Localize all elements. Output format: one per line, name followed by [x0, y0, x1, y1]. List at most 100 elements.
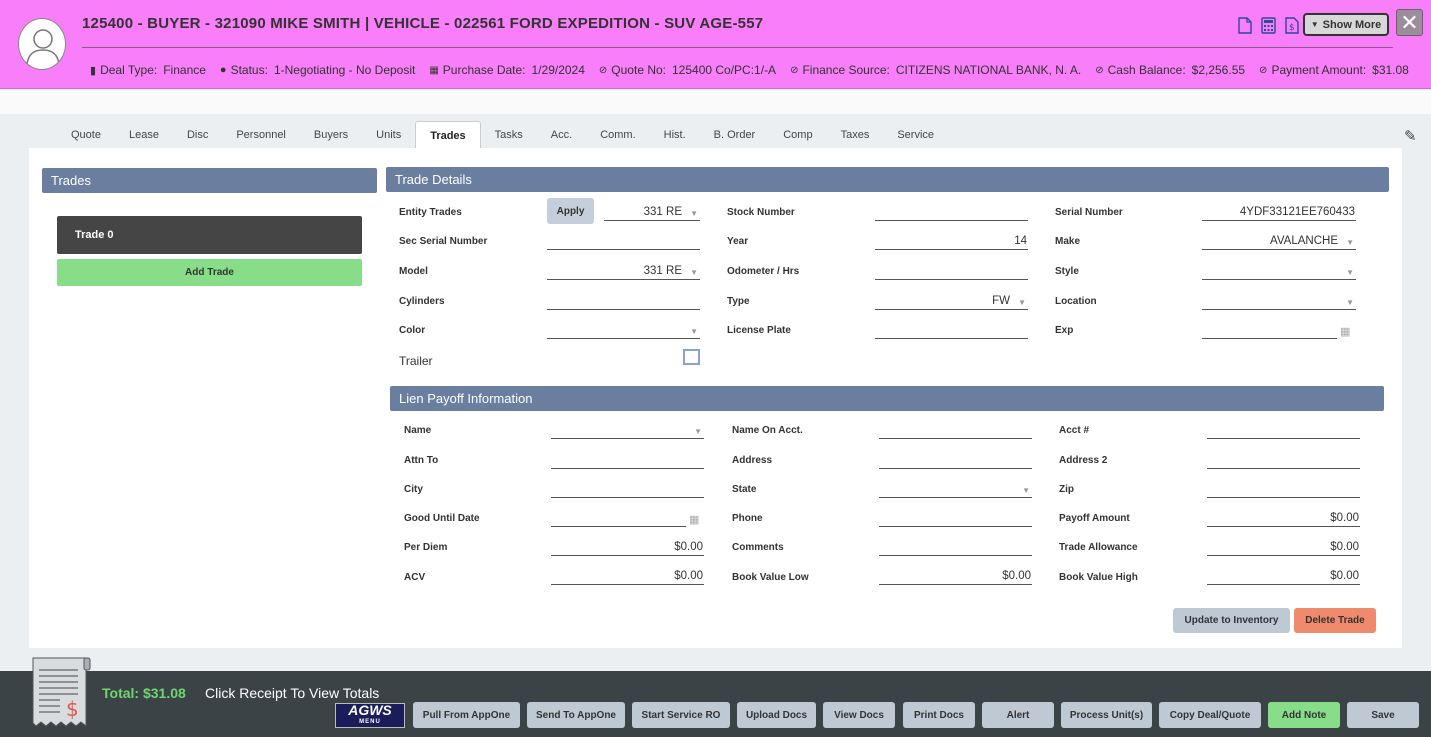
save-button[interactable]: Save [1347, 702, 1419, 728]
comments-input[interactable] [879, 539, 1032, 556]
acct-number-input[interactable] [1207, 422, 1360, 439]
payment-amount-item: ⊘ Payment Amount: $31.08 [1259, 63, 1409, 77]
show-more-button[interactable]: ▼ Show More [1303, 13, 1389, 36]
finance-source-item: ⊘ Finance Source: CITIZENS NATIONAL BANK,… [790, 63, 1082, 77]
receipt-icon[interactable]: $ [30, 656, 92, 730]
calendar-icon[interactable]: ▦ [689, 513, 699, 526]
lien-payoff-header: Lien Payoff Information [390, 386, 1384, 411]
make-select[interactable]: AVALANCHE ▼ [1202, 233, 1356, 250]
view-docs-button[interactable]: View Docs [823, 702, 895, 728]
document-icon[interactable] [1235, 14, 1255, 36]
stock-number-input[interactable] [875, 204, 1028, 221]
header-spacer [0, 90, 1431, 114]
chevron-down-icon: ▼ [1346, 238, 1354, 247]
tab-comm[interactable]: Comm. [586, 121, 649, 149]
location-select[interactable]: ▼ [1202, 293, 1356, 310]
start-service-ro-button[interactable]: Start Service RO [632, 702, 730, 728]
tab-border[interactable]: B. Order [700, 121, 770, 149]
tab-hist[interactable]: Hist. [650, 121, 700, 149]
type-select[interactable]: FW ▼ [875, 293, 1028, 310]
send-to-appone-button[interactable]: Send To AppOne [527, 702, 625, 728]
tab-bar: Quote Lease Disc Personnel Buyers Units … [57, 121, 948, 149]
payoff-amount-input[interactable]: $0.00 [1207, 510, 1360, 527]
header-divider [82, 47, 1393, 48]
upload-docs-button[interactable]: Upload Docs [737, 702, 816, 728]
chevron-down-icon: ▼ [694, 427, 702, 436]
delete-trade-button[interactable]: Delete Trade [1294, 608, 1376, 633]
style-select[interactable]: ▼ [1202, 263, 1356, 280]
tab-quote[interactable]: Quote [57, 121, 115, 149]
entity-trades-label: Entity Trades [399, 207, 462, 218]
pull-from-appone-button[interactable]: Pull From AppOne [413, 702, 520, 728]
zip-input[interactable] [1207, 481, 1360, 498]
trade-allowance-label: Trade Allowance [1059, 542, 1138, 553]
cylinders-input[interactable] [547, 293, 700, 310]
entity-trades-select[interactable]: 331 RE ▼ [604, 204, 700, 221]
address2-input[interactable] [1207, 452, 1360, 469]
process-units-button[interactable]: Process Unit(s) [1061, 702, 1152, 728]
tab-service[interactable]: Service [883, 121, 948, 149]
tab-lease[interactable]: Lease [115, 121, 173, 149]
agws-menu-button[interactable]: AGWS MENU [335, 703, 405, 728]
add-trade-button[interactable]: Add Trade [57, 259, 362, 286]
zip-label: Zip [1059, 484, 1074, 495]
license-plate-input[interactable] [875, 322, 1028, 339]
copy-deal-quote-button[interactable]: Copy Deal/Quote [1159, 702, 1261, 728]
year-input[interactable]: 14 [875, 233, 1028, 250]
alert-button[interactable]: Alert [982, 702, 1054, 728]
check-circle-icon: ⊘ [790, 64, 799, 76]
tab-personnel[interactable]: Personnel [222, 121, 300, 149]
odometer-input[interactable] [875, 263, 1028, 280]
sec-serial-input[interactable] [547, 233, 700, 250]
tab-acc[interactable]: Acc. [537, 121, 586, 149]
tab-trades[interactable]: Trades [415, 121, 481, 149]
city-input[interactable] [551, 481, 704, 498]
address-input[interactable] [879, 452, 1032, 469]
model-select[interactable]: 331 RE ▼ [547, 263, 700, 280]
calendar-icon[interactable]: ▦ [1340, 325, 1350, 338]
good-until-input[interactable] [551, 510, 686, 527]
dollar-document-icon[interactable]: $ [1282, 14, 1302, 36]
name-on-acct-input[interactable] [879, 422, 1032, 439]
chevron-down-icon: ▼ [1022, 486, 1030, 495]
quote-no-item: ⊘ Quote No: 125400 Co/PC:1/-A [598, 63, 777, 77]
exp-date-input[interactable] [1202, 322, 1337, 339]
city-label: City [404, 484, 423, 495]
print-docs-button[interactable]: Print Docs [903, 702, 975, 728]
model-label: Model [399, 266, 428, 277]
tab-comp[interactable]: Comp [769, 121, 826, 149]
tab-units[interactable]: Units [362, 121, 415, 149]
state-select[interactable]: ▼ [879, 481, 1032, 498]
phone-input[interactable] [879, 510, 1032, 527]
tab-tasks[interactable]: Tasks [481, 121, 537, 149]
color-select[interactable]: ▼ [547, 322, 700, 339]
document-copy-icon: ▮ [90, 64, 97, 77]
serial-number-input[interactable]: 4YDF33121EE760433 [1202, 204, 1356, 221]
calendar-icon: ▦ [429, 64, 439, 76]
acv-input[interactable]: $0.00 [551, 568, 704, 585]
update-to-inventory-button[interactable]: Update to Inventory [1173, 608, 1290, 633]
tab-disc[interactable]: Disc [173, 121, 222, 149]
agws-logo: AGWS [348, 701, 392, 718]
apply-button[interactable]: Apply [547, 198, 594, 224]
lien-name-select[interactable]: ▼ [551, 422, 704, 439]
book-value-high-input[interactable]: $0.00 [1207, 568, 1360, 585]
per-diem-input[interactable]: $0.00 [551, 539, 704, 556]
book-value-low-input[interactable]: $0.00 [879, 568, 1032, 585]
add-note-button[interactable]: Add Note [1268, 702, 1340, 728]
attn-to-input[interactable] [551, 452, 704, 469]
edit-pencil-icon[interactable]: ✎ [1404, 127, 1417, 145]
phone-label: Phone [732, 513, 763, 524]
trade-allowance-input[interactable]: $0.00 [1207, 539, 1360, 556]
deal-type-item: ▮ Deal Type: Finance [90, 63, 206, 77]
trade-0-item[interactable]: Trade 0 [57, 216, 362, 254]
trailer-checkbox[interactable] [683, 349, 700, 365]
calculator-icon[interactable] [1258, 14, 1278, 36]
chevron-down-icon: ▼ [1346, 268, 1354, 277]
book-value-high-label: Book Value High [1059, 572, 1138, 583]
tab-taxes[interactable]: Taxes [827, 121, 884, 149]
payoff-amount-label: Payoff Amount [1059, 513, 1130, 524]
cylinders-label: Cylinders [399, 296, 445, 307]
close-button[interactable]: ✕ [1396, 9, 1423, 36]
tab-buyers[interactable]: Buyers [300, 121, 362, 149]
